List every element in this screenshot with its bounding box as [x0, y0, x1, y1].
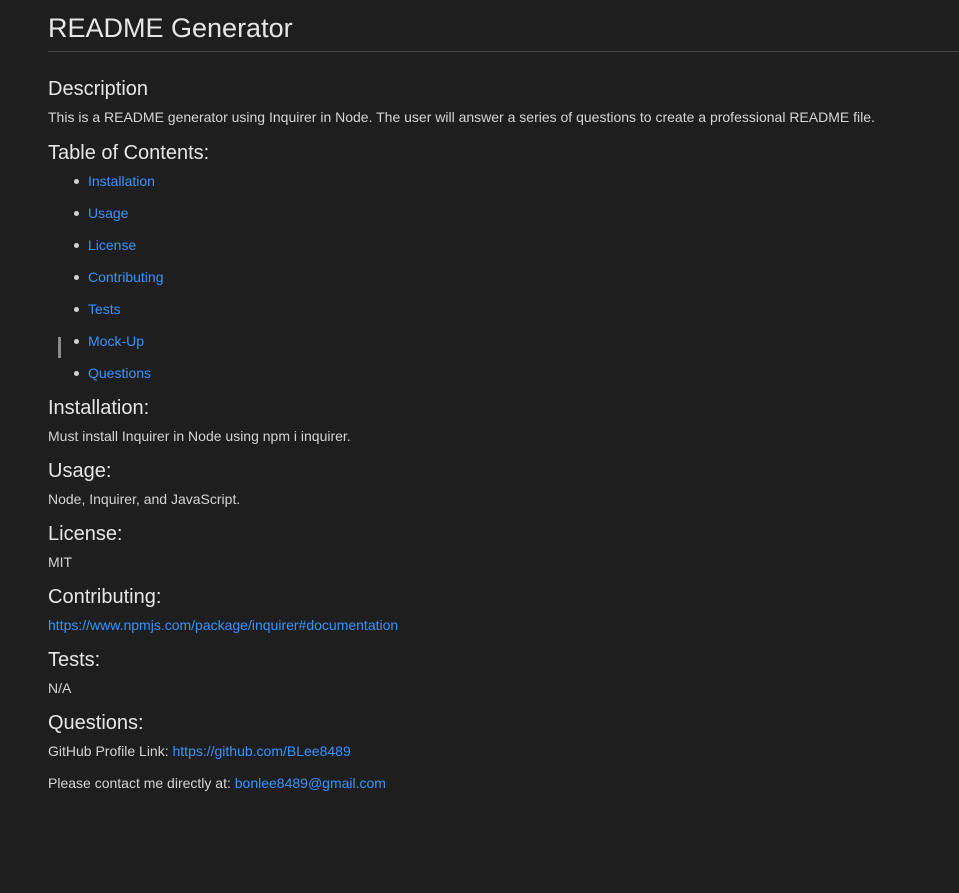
questions-heading: Questions:: [48, 712, 144, 734]
bullet-icon: [74, 179, 79, 184]
installation-text: Must install Inquirer in Node using npm …: [48, 428, 351, 444]
description-text: This is a README generator using Inquire…: [48, 109, 875, 125]
toc-link-license[interactable]: License: [88, 237, 136, 253]
toc-link-usage[interactable]: Usage: [88, 205, 128, 221]
usage-text: Node, Inquirer, and JavaScript.: [48, 491, 241, 507]
contact-label: Please contact me directly at:: [48, 775, 235, 791]
toc-link-tests[interactable]: Tests: [88, 301, 121, 317]
toc-link-installation[interactable]: Installation: [88, 173, 155, 189]
license-heading: License:: [48, 523, 123, 545]
bullet-icon: [74, 371, 79, 376]
contact-line: Please contact me directly at: bonlee848…: [48, 774, 959, 792]
tests-heading: Tests:: [48, 649, 101, 671]
toc-link-mockup[interactable]: Mock-Up: [88, 333, 144, 349]
toc-item-installation: Installation: [74, 172, 959, 190]
toc-heading: Table of Contents:: [48, 142, 210, 164]
license-text: MIT: [48, 554, 73, 570]
bullet-icon: [74, 307, 79, 312]
toc-item-usage: Usage: [74, 204, 959, 222]
readme-preview: README Generator Description This is a R…: [48, 0, 959, 792]
github-label: GitHub Profile Link:: [48, 743, 173, 759]
toc-item-license: License: [74, 236, 959, 254]
email-link[interactable]: bonlee8489@gmail.com: [235, 775, 386, 791]
page-title: README Generator: [48, 0, 959, 52]
toc-item-contributing: Contributing: [74, 268, 959, 286]
usage-heading: Usage:: [48, 460, 112, 482]
bullet-icon: [74, 243, 79, 248]
toc-item-questions: Questions: [74, 364, 959, 382]
description-heading: Description: [48, 78, 149, 100]
github-line: GitHub Profile Link: https://github.com/…: [48, 742, 959, 760]
toc-link-contributing[interactable]: Contributing: [88, 269, 164, 285]
bullet-icon: [74, 211, 79, 216]
contributing-link[interactable]: https://www.npmjs.com/package/inquirer#d…: [48, 617, 398, 633]
bullet-icon: [74, 275, 79, 280]
tests-text: N/A: [48, 680, 72, 696]
installation-heading: Installation:: [48, 397, 150, 419]
bullet-icon: [74, 339, 79, 344]
toc-item-tests: Tests: [74, 300, 959, 318]
github-profile-link[interactable]: https://github.com/BLee8489: [173, 743, 351, 759]
contributing-text: https://www.npmjs.com/package/inquirer#d…: [48, 616, 959, 634]
toc-link-questions[interactable]: Questions: [88, 365, 151, 381]
toc-list: Installation Usage License Contributing …: [48, 172, 959, 382]
toc-item-mockup: Mock-Up: [74, 332, 959, 350]
contributing-heading: Contributing:: [48, 586, 162, 608]
